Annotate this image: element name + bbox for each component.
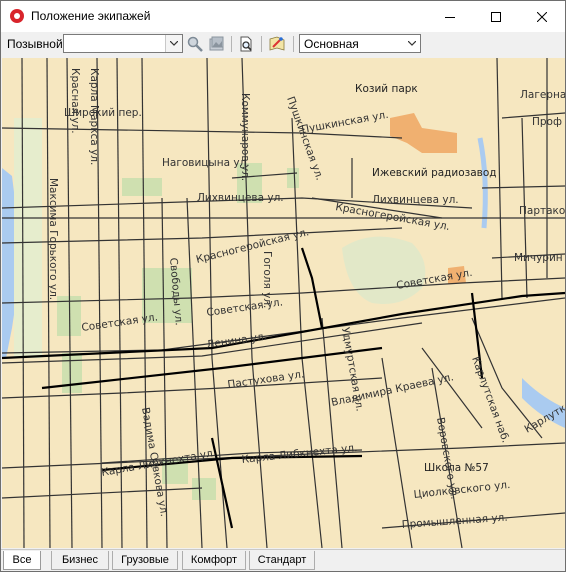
map-label-prof: Проф [532, 116, 562, 128]
map-label-sovetskaya-mid: Советская ул. [206, 296, 284, 319]
park-area [287, 168, 299, 188]
map-label-nagovitsyna: Наговицына ул. [162, 157, 250, 169]
record-icon [10, 9, 24, 23]
print-preview-icon[interactable] [237, 35, 255, 53]
tab-comfort[interactable]: Комфорт [182, 551, 246, 570]
park-area [342, 236, 426, 304]
map-label-michurin: Мичурин [514, 252, 563, 264]
callsign-combobox[interactable] [63, 34, 183, 53]
window-title: Положение экипажей [31, 9, 151, 23]
crew-map[interactable]: Козий парк Ижевский радиозавод Школа №57… [2, 58, 565, 548]
maximize-icon [491, 11, 501, 22]
image-icon[interactable] [208, 35, 226, 53]
map-layer-value: Основная [304, 37, 359, 51]
park-area [122, 178, 162, 196]
map-label-lagernaya: Лагерная [520, 89, 565, 101]
chevron-down-icon[interactable] [404, 35, 420, 52]
map-label-pastukhova: Пастухова ул. [227, 368, 305, 391]
close-icon [537, 11, 547, 22]
map-canvas[interactable]: Козий парк Ижевский радиозавод Школа №57… [2, 58, 565, 548]
park-area [192, 478, 216, 500]
map-edit-icon[interactable] [268, 35, 286, 53]
map-layer-select[interactable]: Основная [299, 34, 421, 53]
map-label-karla-marksa: Карла Маркса ул. [88, 68, 100, 165]
toolbar-separator [231, 36, 232, 52]
map-label-tsiolkovskogo: Циолковского ул. [413, 479, 511, 501]
map-label-maksima-gorkogo: Максима Горького ул. [47, 178, 59, 300]
stream [477, 137, 488, 229]
minimize-icon [445, 16, 455, 18]
tab-cargo[interactable]: Грузовые [112, 551, 178, 570]
map-label-krasnaya: Красная ул. [69, 68, 81, 134]
map-label-kozy-park: Козий парк [355, 83, 418, 95]
app-window: Положение экипажей Позывной: Основная Ко… [0, 0, 566, 572]
callsign-label: Позывной: [7, 37, 67, 51]
map-label-partakov: Партаков [519, 205, 565, 217]
maximize-button[interactable] [473, 1, 519, 32]
park-area [62, 353, 82, 393]
map-label-karlutskaya-nab: Карлутская наб. [469, 355, 511, 445]
map-label-promyshlennaya: Промышленная ул. [401, 512, 508, 531]
map-label-krasnogeroiskaya-w: Красногеройская ул. [195, 226, 310, 266]
close-button[interactable] [519, 1, 565, 32]
toolbar: Позывной: Основная [1, 32, 565, 57]
chevron-down-icon[interactable] [165, 35, 182, 52]
minimize-button[interactable] [427, 1, 473, 32]
industrial-area [390, 113, 457, 153]
toolbar-separator [293, 36, 294, 52]
park-area [14, 118, 42, 358]
tab-all[interactable]: Все [3, 551, 41, 570]
tab-standard[interactable]: Стандарт [249, 551, 315, 570]
map-label-pushkinskaya-mid: Пушкинская ул. [300, 109, 389, 136]
map-label-lihvintseva-w: Лихвинцева ул. [197, 192, 284, 204]
map-label-lihvintseva-e: Лихвинцева ул. [372, 194, 459, 206]
toolbar-separator [261, 36, 262, 52]
map-label-radio-factory: Ижевский радиозавод [372, 167, 497, 179]
title-bar[interactable]: Положение экипажей [1, 1, 565, 32]
magnifier-icon[interactable] [186, 35, 204, 53]
crew-category-tabs: Все Бизнес Грузовые Комфорт Стандарт [1, 549, 565, 571]
tab-business[interactable]: Бизнес [51, 551, 109, 570]
